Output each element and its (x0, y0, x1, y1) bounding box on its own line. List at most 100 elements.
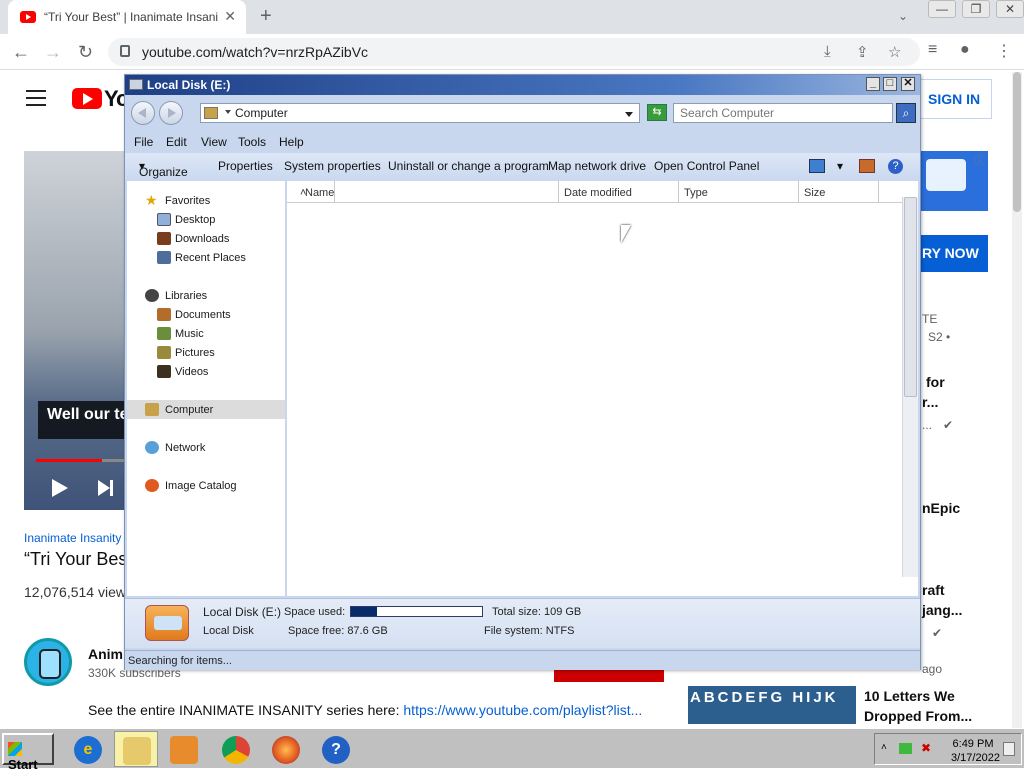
sign-in-button[interactable]: SIGN IN (918, 79, 992, 119)
network-tray-icon[interactable] (899, 743, 912, 754)
youtube-logo-icon[interactable] (72, 88, 102, 109)
explorer-address-bar[interactable]: Computer (200, 103, 640, 123)
open-control-panel-button[interactable]: Open Control Panel (654, 159, 759, 173)
chrome-button[interactable] (214, 731, 258, 767)
nav-computer[interactable]: Computer (127, 400, 285, 419)
show-desktop-icon[interactable] (1003, 742, 1015, 756)
install-icon[interactable]: ⤓ (824, 43, 831, 60)
recommended-thumbnail[interactable]: ABCDEFG HIJK (688, 686, 856, 724)
search-icon[interactable]: ⌕ (896, 103, 916, 123)
menu-file[interactable]: File (134, 135, 153, 149)
side-text-3[interactable]: for (926, 374, 945, 390)
address-bar[interactable]: youtube.com/watch?v=nrzRpAZibVc ⤓ ⇪ ☆ (108, 38, 920, 66)
view-options-icon[interactable] (809, 159, 825, 173)
side-text-4[interactable]: r... (922, 394, 938, 410)
menu-edit[interactable]: Edit (166, 135, 187, 149)
channel-link[interactable]: Inanimate Insanity (24, 531, 121, 545)
share-icon[interactable]: ⇪ (856, 43, 869, 61)
tab-search-icon[interactable]: ⌄ (898, 9, 908, 23)
explorer-close-icon[interactable]: ✕ (901, 77, 915, 91)
organize-button[interactable]: Organize ▾ (139, 159, 188, 179)
address-dropdown-icon[interactable] (625, 112, 633, 117)
recommended-title-1[interactable]: 10 Letters We (864, 688, 955, 704)
uninstall-program-button[interactable]: Uninstall or change a program (388, 159, 549, 173)
forward-icon[interactable]: → (44, 42, 62, 63)
explorer-minimize-icon[interactable]: _ (866, 77, 880, 91)
maximize-icon[interactable]: ❐ (962, 0, 990, 18)
start-button[interactable]: Start (2, 733, 54, 772)
video-player[interactable]: Well our te (24, 151, 128, 510)
explorer-maximize-icon[interactable]: □ (883, 77, 897, 91)
side-text-8[interactable]: jang... (922, 602, 962, 618)
side-text-6[interactable]: nEpic (922, 500, 960, 516)
recommended-title-2[interactable]: Dropped From... (864, 708, 972, 724)
explorer-search[interactable] (673, 103, 893, 123)
view-dropdown-icon[interactable]: ▾ (837, 159, 843, 173)
file-list[interactable]: Name ˄ Date modified Type Size (287, 181, 918, 596)
ad-info-icon[interactable]: ⓘ (974, 152, 985, 168)
menu-tools[interactable]: Tools (238, 135, 266, 149)
nav-image-catalog[interactable]: Image Catalog (127, 476, 285, 495)
next-icon[interactable] (98, 480, 113, 496)
search-input[interactable] (674, 104, 874, 122)
clock[interactable]: 6:49 PM 3/17/2022 (951, 737, 1000, 765)
description-link[interactable]: https://www.youtube.com/playlist?list... (403, 702, 642, 718)
help-button[interactable]: ? (314, 731, 358, 767)
column-size[interactable]: Size (799, 181, 879, 203)
documents-icon (157, 308, 171, 321)
nav-libraries[interactable]: Libraries (127, 286, 285, 305)
breadcrumb-arrow-icon[interactable] (225, 110, 231, 114)
column-name[interactable]: Name ˄ (295, 181, 559, 203)
explorer-back-icon[interactable] (131, 101, 155, 125)
column-date-modified[interactable]: Date modified (559, 181, 679, 203)
page-scrollbar[interactable] (1012, 72, 1022, 728)
nav-videos[interactable]: Videos (127, 362, 285, 381)
nav-music[interactable]: Music (127, 324, 285, 343)
nav-recent-places[interactable]: Recent Places (127, 248, 285, 267)
system-properties-button[interactable]: System properties (284, 159, 381, 173)
nav-pictures[interactable]: Pictures (127, 343, 285, 362)
explorer-taskbar-button[interactable] (114, 731, 158, 767)
menu-help[interactable]: Help (279, 135, 304, 149)
channel-name[interactable]: Anim (88, 646, 123, 662)
nav-downloads[interactable]: Downloads (127, 229, 285, 248)
profile-icon[interactable]: ● (960, 41, 970, 59)
refresh-icon[interactable]: ⇆ (647, 104, 667, 121)
details-pane: Local Disk (E:) Space used: Total size: … (125, 598, 920, 648)
play-icon[interactable] (52, 479, 68, 497)
bookmark-star-icon[interactable]: ☆ (888, 43, 901, 61)
volume-muted-icon[interactable]: ✖ (921, 741, 931, 755)
reload-icon[interactable]: ↻ (78, 42, 93, 63)
column-type[interactable]: Type (679, 181, 799, 203)
new-tab-icon[interactable]: + (260, 5, 272, 28)
browser-tab[interactable]: “Tri Your Best” | Inanimate Insanity ✕ (8, 0, 246, 34)
help-icon[interactable]: ? (888, 159, 903, 174)
close-tab-icon[interactable]: ✕ (224, 8, 236, 25)
show-hidden-icons-icon[interactable]: ˄ (881, 742, 887, 753)
side-text-7[interactable]: raft (922, 582, 945, 598)
minimize-icon[interactable]: — (928, 0, 956, 18)
ad-cta-button[interactable]: RY NOW (918, 235, 988, 272)
hamburger-menu-icon[interactable] (26, 90, 46, 106)
media-player-button[interactable] (162, 731, 206, 767)
channel-avatar[interactable] (24, 638, 72, 686)
explorer-forward-icon[interactable] (159, 101, 183, 125)
menu-view[interactable]: View (201, 135, 227, 149)
map-network-drive-button[interactable]: Map network drive (548, 159, 646, 173)
video-progress-bar[interactable] (36, 459, 126, 462)
nav-desktop[interactable]: Desktop (127, 210, 285, 229)
internet-explorer-button[interactable]: e (66, 731, 110, 767)
back-icon[interactable]: ← (12, 42, 30, 63)
status-bar: Searching for items... (125, 650, 920, 670)
close-window-icon[interactable]: ✕ (996, 0, 1024, 18)
explorer-titlebar[interactable]: Local Disk (E:) _ □ ✕ (125, 75, 920, 95)
nav-documents[interactable]: Documents (127, 305, 285, 324)
preview-pane-icon[interactable] (859, 159, 875, 173)
firefox-button[interactable] (264, 731, 308, 767)
media-queue-icon[interactable]: ≡ (928, 41, 937, 59)
nav-favorites[interactable]: ★ Favorites (127, 191, 285, 210)
nav-network[interactable]: Network (127, 438, 285, 457)
properties-button[interactable]: Properties (218, 159, 273, 173)
file-list-scrollbar[interactable] (902, 197, 918, 577)
chrome-menu-icon[interactable]: ⋮ (996, 41, 1012, 61)
